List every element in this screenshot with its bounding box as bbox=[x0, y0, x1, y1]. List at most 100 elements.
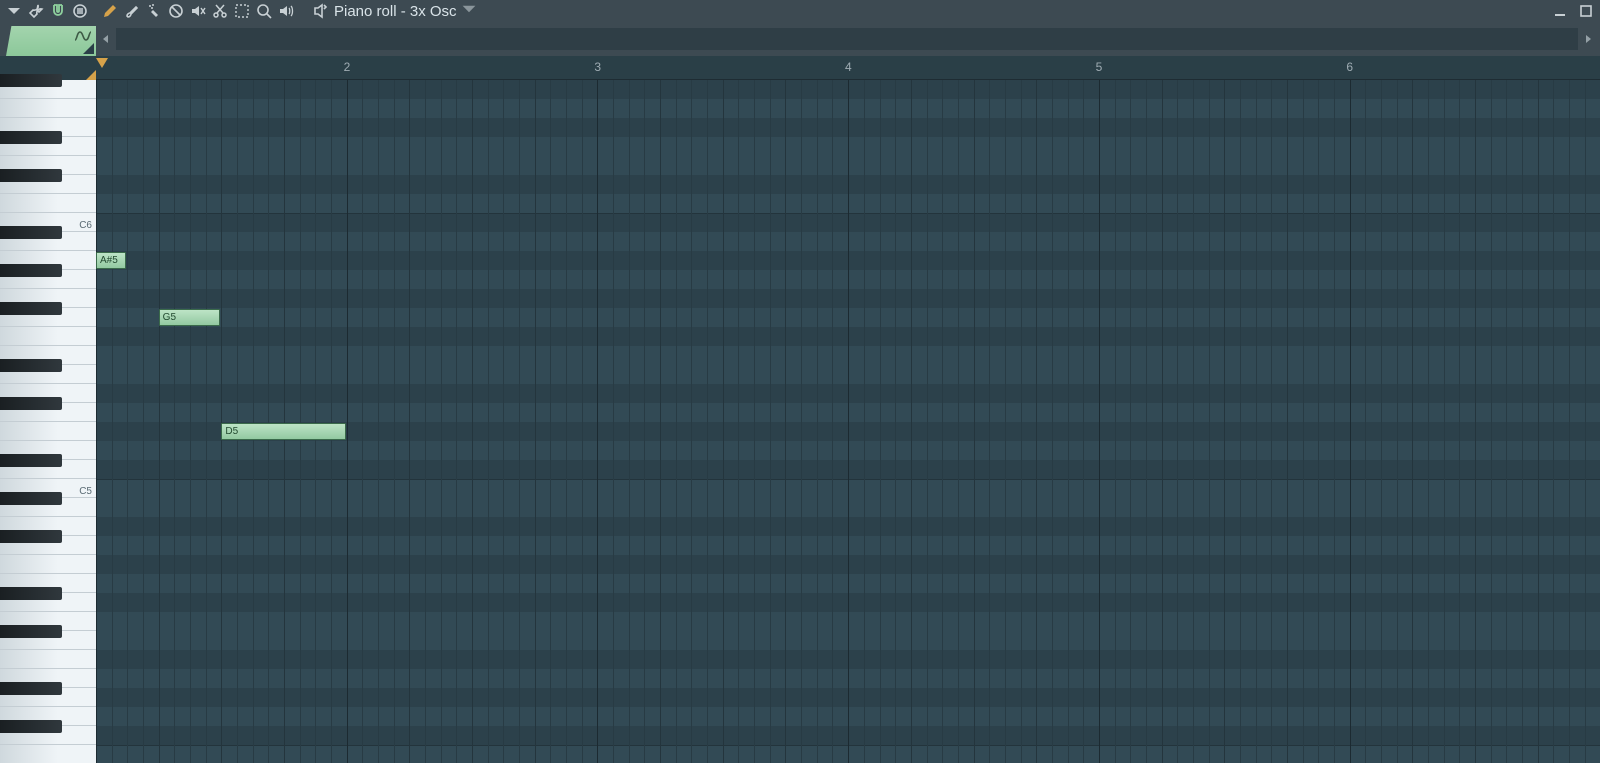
scroll-track[interactable] bbox=[116, 28, 1578, 50]
piano-black-key[interactable] bbox=[0, 492, 62, 505]
speaker-icon[interactable] bbox=[276, 1, 296, 21]
grid-line bbox=[848, 80, 849, 763]
cut-icon[interactable] bbox=[210, 1, 230, 21]
wrench-icon[interactable] bbox=[26, 1, 46, 21]
piano-black-key[interactable] bbox=[0, 264, 62, 277]
grid-line bbox=[707, 80, 708, 763]
title-dropdown-icon[interactable] bbox=[461, 1, 483, 21]
minimize-icon[interactable] bbox=[1550, 1, 1570, 21]
brush-icon[interactable] bbox=[122, 1, 142, 21]
grid-line bbox=[441, 80, 442, 763]
piano-keyboard[interactable]: C6 C5 bbox=[0, 56, 96, 763]
grid-line bbox=[1068, 80, 1069, 763]
scroll-left-icon[interactable] bbox=[96, 28, 116, 50]
grid-line bbox=[1005, 80, 1006, 763]
grid-line bbox=[519, 80, 520, 763]
grid-line bbox=[895, 80, 896, 763]
grid-line bbox=[770, 80, 771, 763]
piano-black-key[interactable] bbox=[0, 587, 62, 600]
octave-label: C6 bbox=[79, 220, 92, 231]
grid-line bbox=[143, 80, 144, 763]
piano-key[interactable] bbox=[0, 555, 96, 574]
piano-key[interactable] bbox=[0, 650, 96, 669]
piano-black-key[interactable] bbox=[0, 530, 62, 543]
grid-line bbox=[1177, 80, 1178, 763]
list-icon[interactable] bbox=[70, 1, 90, 21]
window-title[interactable]: Piano roll - 3x Osc bbox=[312, 1, 483, 21]
piano-key[interactable] bbox=[0, 194, 96, 213]
grid-line bbox=[268, 80, 269, 763]
scroll-right-icon[interactable] bbox=[1578, 28, 1598, 50]
grid-line bbox=[1538, 80, 1539, 763]
grid-line bbox=[206, 80, 207, 763]
piano-black-key[interactable] bbox=[0, 625, 62, 638]
grid-line bbox=[300, 80, 301, 763]
menu-dropdown-icon[interactable] bbox=[4, 1, 24, 21]
pencil-icon[interactable] bbox=[100, 1, 120, 21]
grid-line bbox=[425, 80, 426, 763]
grid-line bbox=[629, 80, 630, 763]
bar-number: 6 bbox=[1346, 60, 1353, 74]
grid-line bbox=[1412, 80, 1413, 763]
piano-black-key[interactable] bbox=[0, 682, 62, 695]
grid-line bbox=[1052, 80, 1053, 763]
grid-line bbox=[96, 80, 97, 763]
grid-line bbox=[754, 80, 755, 763]
grid-line bbox=[1303, 80, 1304, 763]
piano-black-key[interactable] bbox=[0, 226, 62, 239]
grid-line bbox=[1021, 80, 1022, 763]
grid-line bbox=[1130, 80, 1131, 763]
bar-number: 2 bbox=[344, 60, 351, 74]
toolbar: Piano roll - 3x Osc bbox=[0, 0, 1600, 22]
spray-icon[interactable] bbox=[144, 1, 164, 21]
grid-line bbox=[1318, 80, 1319, 763]
grid-line bbox=[691, 80, 692, 763]
midi-note[interactable]: A#5 bbox=[96, 252, 126, 269]
piano-key[interactable] bbox=[0, 327, 96, 346]
octave-label: C5 bbox=[79, 486, 92, 497]
piano-black-key[interactable] bbox=[0, 74, 62, 87]
grid-line bbox=[927, 80, 928, 763]
maximize-icon[interactable] bbox=[1576, 1, 1596, 21]
grid-line bbox=[1553, 80, 1554, 763]
grid-line bbox=[1428, 80, 1429, 763]
piano-key[interactable] bbox=[0, 745, 96, 763]
grid-line bbox=[409, 80, 410, 763]
magnet-icon[interactable] bbox=[48, 1, 68, 21]
pattern-tab-active[interactable] bbox=[6, 26, 96, 56]
pattern-tabs bbox=[0, 22, 1600, 56]
grid-line bbox=[159, 80, 160, 763]
select-icon[interactable] bbox=[232, 1, 252, 21]
piano-black-key[interactable] bbox=[0, 454, 62, 467]
piano-black-key[interactable] bbox=[0, 169, 62, 182]
grid-line bbox=[237, 80, 238, 763]
piano-key[interactable] bbox=[0, 422, 96, 441]
midi-note[interactable]: G5 bbox=[159, 309, 221, 326]
grid-line bbox=[1115, 80, 1116, 763]
midi-note[interactable]: D5 bbox=[221, 423, 345, 440]
grid-line bbox=[1240, 80, 1241, 763]
playhead-icon[interactable] bbox=[96, 58, 108, 68]
window-title-text: Piano roll - 3x Osc bbox=[334, 3, 457, 20]
grid-line bbox=[989, 80, 990, 763]
piano-black-key[interactable] bbox=[0, 302, 62, 315]
disable-icon[interactable] bbox=[166, 1, 186, 21]
tab-corner-icon bbox=[83, 43, 94, 54]
grid-line bbox=[1209, 80, 1210, 763]
grid-line bbox=[315, 80, 316, 763]
grid-line bbox=[1036, 80, 1037, 763]
piano-black-key[interactable] bbox=[0, 131, 62, 144]
piano-black-key[interactable] bbox=[0, 359, 62, 372]
time-ruler[interactable]: 23456 bbox=[96, 56, 1600, 80]
mute-icon[interactable] bbox=[188, 1, 208, 21]
piano-black-key[interactable] bbox=[0, 397, 62, 410]
horizontal-scrollbar[interactable] bbox=[96, 28, 1598, 50]
note-grid[interactable]: 23456 A#5 G5 D5 bbox=[96, 56, 1600, 763]
piano-key[interactable] bbox=[0, 99, 96, 118]
grid-line bbox=[723, 80, 724, 763]
grid-line bbox=[1146, 80, 1147, 763]
piano-black-key[interactable] bbox=[0, 720, 62, 733]
bar-number: 4 bbox=[845, 60, 852, 74]
play-start-marker-icon[interactable] bbox=[86, 70, 96, 80]
zoom-icon[interactable] bbox=[254, 1, 274, 21]
